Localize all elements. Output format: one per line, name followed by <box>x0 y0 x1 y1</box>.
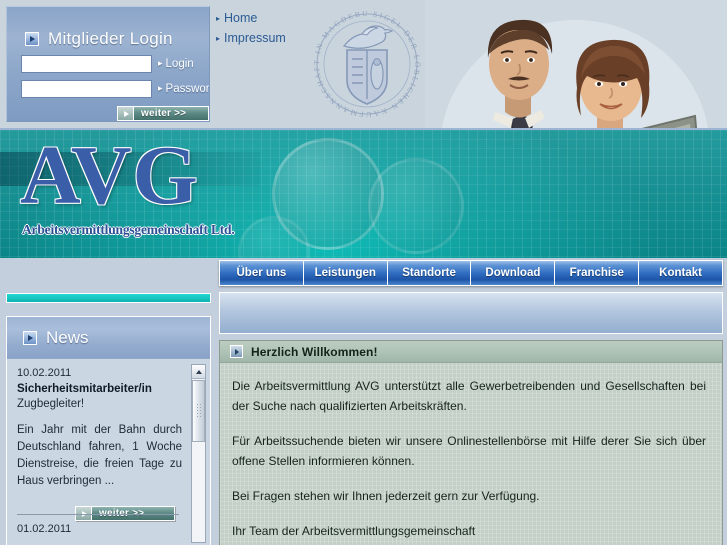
square-arrow-icon <box>230 345 243 358</box>
avg-logo-subtitle: Arbeitsvermittlungsgemeinschaft Ltd. <box>22 222 235 237</box>
triangle-up-icon[interactable] <box>192 365 205 379</box>
magdeburg-seal-icon: SIGEL DER LÖBLICHEN KAUFMANNSCHAFT IN MA… <box>296 0 434 126</box>
top-link-impressum[interactable]: Impressum <box>216 31 286 45</box>
top-link-home[interactable]: Home <box>216 11 286 25</box>
teal-divider-strip <box>6 293 211 303</box>
nav-item-leistungen[interactable]: Leistungen <box>304 261 388 285</box>
login-password-input[interactable] <box>21 80 152 98</box>
nav-item-download[interactable]: Download <box>471 261 556 285</box>
news-divider <box>17 514 179 515</box>
login-title: Mitglieder Login <box>25 29 173 49</box>
nav-item-standorte[interactable]: Standorte <box>388 261 472 285</box>
news-next-date: 01.02.2011 <box>17 523 72 535</box>
news-panel-title: News <box>46 327 89 347</box>
news-scrollbar[interactable] <box>191 364 206 543</box>
nav-item-kontakt[interactable]: Kontakt <box>639 261 722 285</box>
login-title-label: Mitglieder Login <box>48 29 173 48</box>
nav-item-franchise[interactable]: Franchise <box>555 261 640 285</box>
content-panel-body: Die Arbeitsvermittlung AVG unterstützt a… <box>220 363 722 541</box>
top-links: Home Impressum <box>216 11 286 51</box>
content-paragraph-4: Ihr Team der Arbeitsvermittlungsgemeinsc… <box>232 524 476 538</box>
news-scrollbar-thumb[interactable] <box>192 380 205 442</box>
square-arrow-icon <box>25 32 39 46</box>
login-submit-button[interactable]: weiter >> <box>117 106 209 121</box>
content-spacer-panel <box>219 292 723 334</box>
login-username-label: Login <box>158 58 194 70</box>
news-panel-header: News <box>7 317 210 359</box>
avg-logo: AVG <box>20 129 199 222</box>
content-paragraph-3: Bei Fragen stehen wir Ihnen jederzeit ge… <box>232 489 540 503</box>
grip-dots-icon <box>196 403 203 419</box>
login-password-row: Password <box>21 80 209 98</box>
login-password-label: Password <box>158 83 209 95</box>
content-panel-header: Herzlich Willkommen! <box>220 341 722 363</box>
content-paragraph-1: Die Arbeitsvermittlung AVG unterstützt a… <box>232 379 706 413</box>
content-paragraph-2: Für Arbeitssuchende bieten wir unsere On… <box>232 434 706 468</box>
news-date: 10.02.2011 <box>17 367 72 379</box>
news-panel-body: 10.02.2011 Sicherheitsmitarbeiter/in Zug… <box>7 359 210 545</box>
login-submit-label: weiter >> <box>141 108 187 119</box>
top-header-area: SIGEL DER LÖBLICHEN KAUFMANNSCHAFT IN MA… <box>0 0 727 128</box>
main-navigation: Über uns Leistungen Standorte Download F… <box>219 260 723 286</box>
news-body-text: Ein Jahr mit der Bahn durch Deutschland … <box>17 424 182 487</box>
triangle-right-icon <box>118 107 134 120</box>
page-root: SIGEL DER LÖBLICHEN KAUFMANNSCHAFT IN MA… <box>0 0 727 545</box>
main-content-panel: Herzlich Willkommen! Die Arbeitsvermittl… <box>219 340 723 545</box>
member-login-box: Mitglieder Login Login Password weiter >… <box>6 6 210 122</box>
square-arrow-icon <box>23 330 37 345</box>
content-panel-title: Herzlich Willkommen! <box>251 344 378 359</box>
banner: AVG Arbeitsvermittlungsgemeinschaft Ltd. <box>0 128 727 258</box>
news-panel: News 10.02.2011 Sicherheitsmitarbeiter/i… <box>6 316 211 545</box>
news-subheadline: Zugbegleiter! <box>17 398 85 410</box>
nav-item-ueber-uns[interactable]: Über uns <box>220 261 304 285</box>
login-username-input[interactable] <box>21 55 152 73</box>
news-headline: Sicherheitsmitarbeiter/in <box>17 383 152 395</box>
compass-icon-2 <box>368 158 464 254</box>
login-username-row: Login <box>21 55 194 73</box>
team-at-laptop-photo <box>425 0 727 128</box>
